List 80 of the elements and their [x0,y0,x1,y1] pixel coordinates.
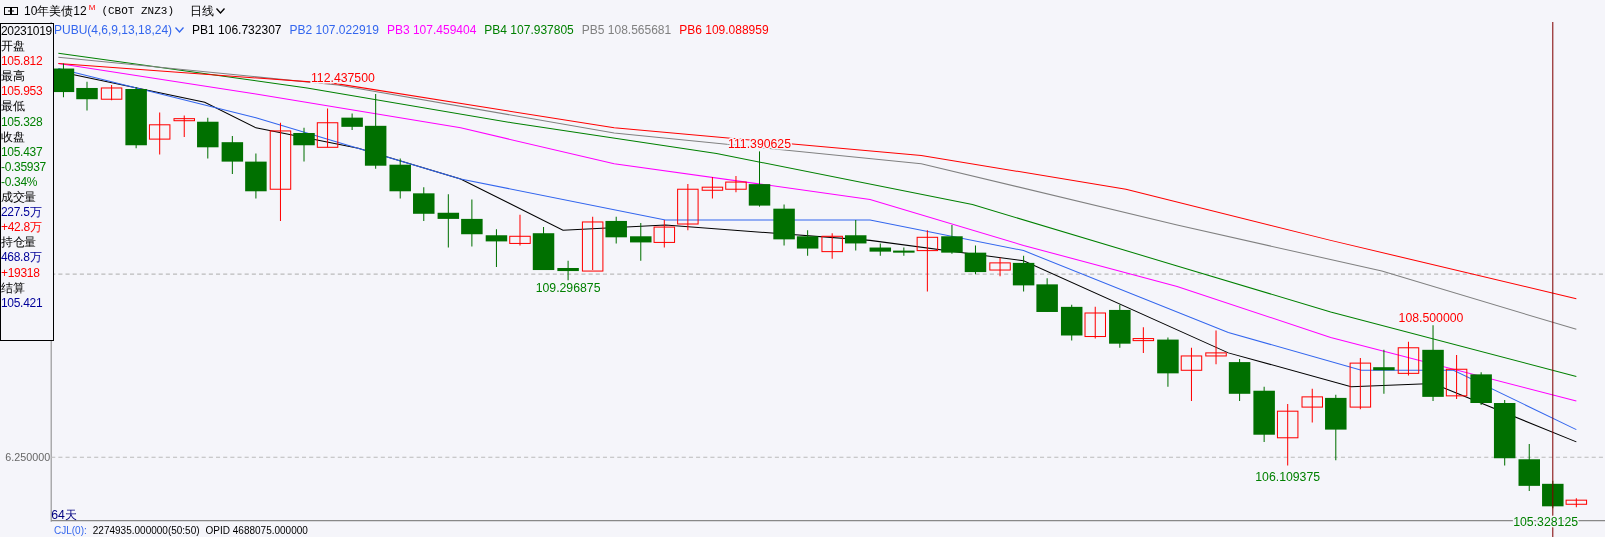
candlestick [245,152,267,199]
candlestick [1276,403,1299,466]
field-value: 105.437 [1,144,43,160]
legend-value: PB6 109.088959 [679,23,769,37]
candlestick [1325,394,1347,461]
field-label: 持仓量 [1,235,37,251]
candlestick [316,107,339,148]
field-value: +42.8万 [1,220,42,236]
candlestick [389,158,411,199]
field-value: 227.5万 [1,205,42,221]
link-icon[interactable] [4,7,18,15]
candlestick [437,193,460,249]
field-value: +19318 [1,265,40,281]
caret-icon [175,27,185,33]
candlestick [701,176,724,199]
bar-count: 64天 [51,507,77,522]
field-value: 468.8万 [1,250,42,266]
price-label: 112.437500 [310,70,375,85]
field-value: -0.34% [1,174,38,191]
indicator-dropdown[interactable]: PUBU(4,6,9,13,18,24) [54,23,185,37]
field-value: 105.812 [1,54,43,70]
field-label: 开盘 [1,39,25,55]
candlestick [1180,347,1203,402]
caret-icon [216,8,225,14]
legend-value: PB1 106.732307 [192,23,282,37]
candlestick [845,219,867,252]
field-value: 105.328 [1,114,43,130]
candlestick [221,135,244,175]
candlestick [1228,358,1251,402]
candlestick [1518,443,1540,492]
candlestick [100,84,123,101]
instrument-name: 10年美债12 [24,2,87,20]
field-label: 最高 [1,69,25,85]
volume-indicator-value: 2274935.000000(50:50) [92,526,200,536]
candlestick [630,222,652,262]
candlestick [964,245,987,275]
price-label: 106.109375 [1255,469,1321,484]
period-dropdown[interactable]: 日线 [190,2,225,20]
candlestick [1301,388,1323,423]
instrument-superscript: M [88,3,96,12]
field-label: 收盘 [1,129,25,145]
candlestick [76,81,98,111]
candlestick [1157,337,1179,388]
field-value: -0.35937 [1,159,46,175]
instrument-code: (CBOT ZNZ3) [101,5,174,17]
field-value: 105.421 [1,295,43,311]
candlestick [1060,304,1083,342]
legend-value: PB5 108.565681 [581,23,672,37]
candlestick [941,224,963,255]
candlestick [1084,306,1106,340]
candlestick [1397,341,1420,376]
candlestick [1373,349,1395,395]
field-label: 成交量 [1,190,37,206]
candlestick [485,228,508,268]
candlestick [1036,277,1058,313]
candlestick [821,232,843,260]
volume-indicator-value: OPID 4688075.000000 [205,526,308,536]
candlestick [197,117,219,160]
field-label: 最低 [1,99,25,115]
field-value: 105.953 [1,84,43,100]
candlestick [509,214,531,246]
price-label: 111.390625 [728,137,791,152]
legend-value: PB3 107.459404 [386,23,477,37]
legend-value: PB4 107.937805 [484,23,574,37]
axis-label: 6.250000 [5,451,51,464]
legend-value: PB2 107.022919 [289,23,379,37]
volume-indicator-name: CJL(0): [54,526,87,536]
candlestick [1253,386,1275,443]
candlestick [413,186,435,222]
candlestick [1349,357,1372,410]
price-label: 108.500000 [1398,311,1464,326]
field-label: 结算 [1,280,25,296]
candlestick [557,260,579,281]
candlestick [173,115,195,138]
date-value: 20231019 [1,24,52,40]
candlestick [52,62,75,98]
candlestick [532,226,555,271]
candlestick [1205,329,1227,365]
candlestick [461,198,483,247]
price-label: 109.296875 [535,280,601,295]
